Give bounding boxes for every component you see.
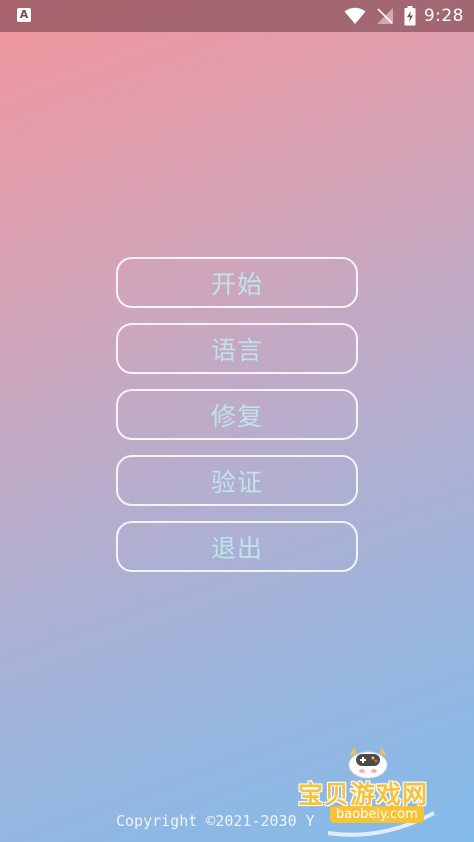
status-icons: 9:28 <box>344 0 464 32</box>
watermark-domain: baobeiy.com <box>330 806 424 823</box>
exit-button[interactable]: 退出 <box>116 521 358 572</box>
app-notification-icon: A <box>17 8 31 22</box>
copyright-text: Copyright ©2021-2030 Y <box>116 812 315 830</box>
start-button[interactable]: 开始 <box>116 257 358 308</box>
status-bar: A 9:28 <box>0 0 474 32</box>
main-menu: 开始 语言 修复 验证 退出 <box>116 257 358 587</box>
no-signal-icon <box>376 7 394 25</box>
site-watermark: 宝贝游戏网 baobeiy.com <box>296 745 466 837</box>
language-button[interactable]: 语言 <box>116 323 358 374</box>
wifi-icon <box>344 7 366 25</box>
verify-button[interactable]: 验证 <box>116 455 358 506</box>
status-time: 9:28 <box>423 6 464 26</box>
game-controller-mascot-icon <box>348 747 388 779</box>
repair-button[interactable]: 修复 <box>116 389 358 440</box>
battery-charging-icon <box>404 6 416 26</box>
